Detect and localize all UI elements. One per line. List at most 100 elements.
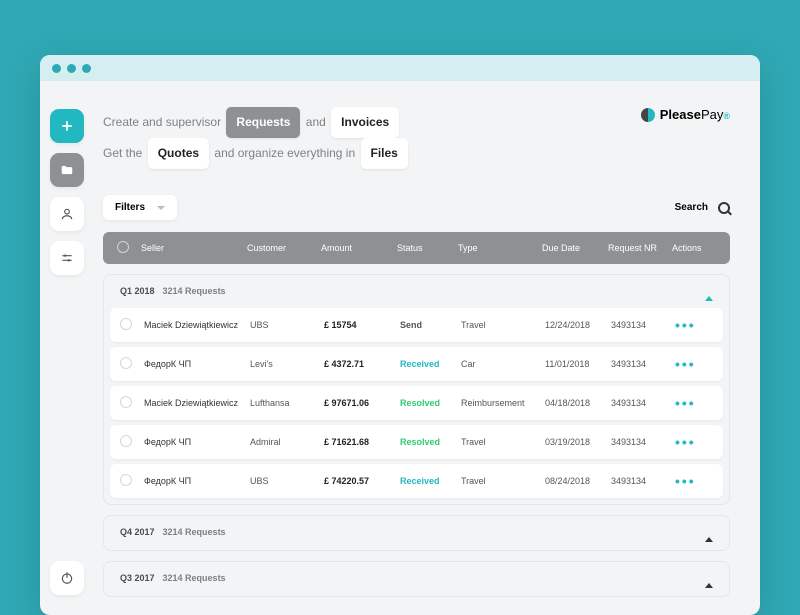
group-label: Q1 2018 [120,286,155,296]
table-row[interactable]: Maciek DziewiątkiewiczUBS£ 15754SendTrav… [110,308,723,342]
power-icon [60,571,74,585]
settings-button[interactable] [50,241,84,275]
group-header[interactable]: Q1 2018 3214 Requests [110,279,723,303]
row-actions-button[interactable]: ••• [675,317,713,333]
triangle-up-icon [705,286,713,301]
cell-seller: Maciek Dziewiątkiewicz [144,398,244,408]
cell-type: Travel [461,437,539,447]
cell-due: 03/19/2018 [545,437,605,447]
triangle-up-icon [705,573,713,588]
table-header: Seller Customer Amount Status Type Due D… [103,232,730,264]
cell-customer: UBS [250,476,318,486]
table-row[interactable]: ФедорК ЧПLevi's£ 4372.71ReceivedCar11/01… [110,347,723,381]
col-header-status[interactable]: Status [397,243,452,253]
request-group: Q3 2017 3214 Requests [103,561,730,597]
cell-amount: £ 97671.06 [324,398,394,408]
titlebar [40,55,760,81]
cell-customer: UBS [250,320,318,330]
cell-seller: Maciek Dziewiątkiewicz [144,320,244,330]
search-button[interactable]: Search [675,202,730,214]
cell-due: 11/01/2018 [545,359,605,369]
expand-toggle[interactable] [705,527,713,537]
row-checkbox[interactable] [120,474,132,486]
sidebar [40,81,93,615]
power-button[interactable] [50,561,84,595]
cell-seller: ФедорК ЧП [144,476,244,486]
app-window: Create and supervisor Requests and Invoi… [40,55,760,615]
add-button[interactable] [50,109,84,143]
cell-due: 04/18/2018 [545,398,605,408]
chip-files[interactable]: Files [361,138,408,169]
plus-icon [60,119,74,133]
window-dot[interactable] [67,64,76,73]
row-actions-button[interactable]: ••• [675,434,713,450]
triangle-up-icon [705,527,713,542]
cell-customer: Lufthansa [250,398,318,408]
cell-amount: £ 4372.71 [324,359,394,369]
group-count: 3214 Requests [163,527,226,537]
cell-status: Resolved [400,437,455,447]
select-all-checkbox[interactable] [117,241,129,253]
folder-button[interactable] [50,153,84,187]
cell-amount: £ 15754 [324,320,394,330]
cell-status: Received [400,359,455,369]
col-header-customer[interactable]: Customer [247,243,315,253]
search-icon [718,202,730,214]
brand-icon [641,108,655,122]
window-dot[interactable] [82,64,91,73]
col-header-type[interactable]: Type [458,243,536,253]
cell-amount: £ 74220.57 [324,476,394,486]
cell-req: 3493134 [611,398,669,408]
expand-toggle[interactable] [705,286,713,296]
row-checkbox[interactable] [120,435,132,447]
chip-requests[interactable]: Requests [226,107,300,138]
col-header-due[interactable]: Due Date [542,243,602,253]
row-checkbox[interactable] [120,357,132,369]
row-checkbox[interactable] [120,318,132,330]
cell-due: 08/24/2018 [545,476,605,486]
group-header[interactable]: Q3 2017 3214 Requests [110,566,723,590]
cell-req: 3493134 [611,437,669,447]
table-row[interactable]: Maciek Dziewiątkiewicz Lufthansa £ 97671.0… [110,386,723,420]
group-count: 3214 Requests [163,573,226,583]
folder-icon [60,163,74,177]
row-actions-button[interactable]: ••• [675,473,713,489]
table-row[interactable]: ФедорК ЧП UBS £ 74220.57 Received Travel 08/2… [110,464,723,498]
col-header-req[interactable]: Request NR [608,243,666,253]
cell-req: 3493134 [611,320,669,330]
table-row[interactable]: ФедорК ЧПAdmiral£ 71621.68ResolvedTravel… [110,425,723,459]
cell-type: Car [461,359,539,369]
brand-logo: PleasePay® [641,107,730,122]
cell-status: Received [400,476,455,486]
cell-type: Reimbursement [461,398,539,408]
group-label: Q3 2017 [120,573,155,583]
cell-type: Travel [461,320,539,330]
chevron-down-icon [157,206,165,210]
row-actions-button[interactable]: ••• [675,395,713,411]
col-header-actions: Actions [672,243,710,253]
group-label: Q4 2017 [120,527,155,537]
group-header[interactable]: Q4 2017 3214 Requests [110,520,723,544]
col-header-seller[interactable]: Seller [141,243,241,253]
chip-invoices[interactable]: Invoices [331,107,399,138]
chip-quotes[interactable]: Quotes [148,138,209,169]
cell-seller: ФедорК ЧП [144,437,244,447]
window-dot[interactable] [52,64,61,73]
cell-amount: £ 71621.68 [324,437,394,447]
cell-req: 3493134 [611,476,669,486]
filters-button[interactable]: Filters [103,195,177,220]
row-actions-button[interactable]: ••• [675,356,713,372]
cell-due: 12/24/2018 [545,320,605,330]
group-count: 3214 Requests [163,286,226,296]
cell-status: Resolved [400,398,455,408]
user-button[interactable] [50,197,84,231]
request-group: Q1 2018 3214 Requests Maciek Dziewiątkiewi… [103,274,730,505]
expand-toggle[interactable] [705,573,713,583]
col-header-amount[interactable]: Amount [321,243,391,253]
cell-customer: Levi's [250,359,318,369]
request-group: Q4 2017 3214 Requests [103,515,730,551]
user-icon [60,207,74,221]
cell-req: 3493134 [611,359,669,369]
row-checkbox[interactable] [120,396,132,408]
cell-type: Travel [461,476,539,486]
